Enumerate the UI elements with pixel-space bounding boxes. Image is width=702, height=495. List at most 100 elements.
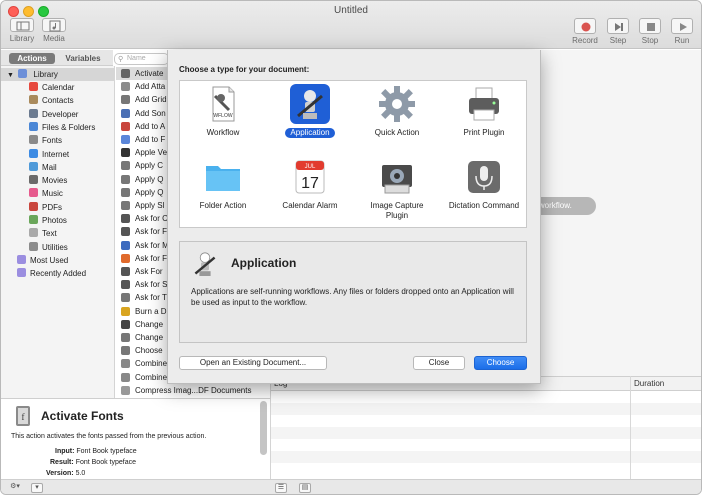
type-dictation-command[interactable]: Dictation Command	[441, 157, 527, 211]
type-dictation-command-label: Dictation Command	[448, 201, 520, 210]
log-column-duration[interactable]: Duration	[634, 379, 664, 388]
calendar-icon: JUL 17	[290, 157, 330, 197]
info-title: Application	[231, 256, 297, 270]
type-info-box: Application Applications are self-runnin…	[179, 241, 527, 343]
type-quick-action[interactable]: Quick Action	[354, 84, 440, 138]
action-icon	[121, 319, 130, 329]
sidebar-item-contacts[interactable]: Contacts	[29, 94, 74, 107]
folder-icon	[203, 157, 243, 197]
sidebar-item-utilities[interactable]: Utilities	[29, 241, 68, 254]
type-image-capture-plugin[interactable]: Image Capture Plugin	[354, 157, 440, 221]
action-description: f Activate Fonts This action activates t…	[1, 398, 271, 479]
step-button[interactable]: Step	[603, 18, 633, 45]
sidebar-item-photos[interactable]: Photos	[29, 214, 67, 227]
stop-button[interactable]: Stop	[635, 18, 665, 45]
sidebar-item-most-used[interactable]: Most Used	[17, 254, 68, 267]
sidebar-item-movies[interactable]: Movies	[29, 174, 67, 187]
media-icon	[42, 18, 66, 32]
type-folder-action[interactable]: Folder Action	[180, 157, 266, 211]
sidebar-item-files-folders[interactable]: Files & Folders	[29, 121, 95, 134]
action-icon	[121, 240, 130, 250]
tab-actions[interactable]: Actions	[9, 53, 55, 64]
bottom-bar: ⚙▾ ▾ ☰ ▤	[1, 479, 701, 494]
workflow-document-icon: WFLOW	[203, 84, 243, 124]
media-button[interactable]: Media	[39, 18, 69, 43]
svg-text:JUL: JUL	[305, 164, 316, 170]
action-icon	[121, 201, 130, 210]
type-print-plugin-label: Print Plugin	[463, 128, 505, 137]
sidebar-item-music[interactable]: Music	[29, 187, 63, 200]
disclosure-triangle-icon[interactable]: ▼	[7, 72, 14, 79]
sidebar-item-text[interactable]: Text	[29, 227, 57, 240]
svg-text:f: f	[22, 412, 25, 422]
action-icon	[121, 135, 130, 144]
action-icon	[121, 82, 130, 92]
run-button[interactable]: Run	[667, 18, 697, 45]
type-application[interactable]: Application	[267, 84, 353, 138]
description-scrollbar[interactable]	[260, 401, 267, 455]
stop-icon	[639, 18, 661, 34]
choose-button[interactable]: Choose	[474, 356, 527, 370]
utilities-icon	[29, 241, 38, 251]
library-button[interactable]: Library	[7, 18, 37, 43]
sidebar-item-calendar[interactable]: Calendar	[29, 81, 74, 94]
flow-view-button[interactable]: ▤	[299, 483, 311, 493]
type-print-plugin[interactable]: Print Plugin	[441, 84, 527, 138]
action-icon	[121, 385, 130, 395]
printer-icon	[464, 84, 504, 124]
mail-icon	[29, 161, 38, 171]
info-text: Applications are self-running workflows.…	[191, 287, 514, 307]
photos-icon	[29, 215, 38, 224]
action-icon	[121, 346, 130, 356]
pdfs-icon	[29, 201, 38, 211]
sidebar-item-developer[interactable]: Developer	[29, 108, 78, 121]
log-column-divider	[630, 376, 631, 479]
list-view-button[interactable]: ☰	[275, 483, 287, 493]
show-description-button[interactable]: ▾	[31, 483, 43, 493]
files-folders-icon	[29, 121, 38, 131]
description-toggle-icon: ▾	[35, 484, 39, 491]
action-icon	[121, 69, 130, 78]
svg-text:17: 17	[301, 175, 319, 192]
svg-text:WFLOW: WFLOW	[213, 113, 232, 119]
title-bar: Untitled Library Media Record Step Stop …	[1, 1, 701, 49]
tab-variables[interactable]: Variables	[59, 53, 107, 64]
calendar-icon	[29, 82, 38, 91]
movies-icon	[29, 175, 38, 185]
action-icon	[121, 108, 130, 118]
action-icon	[121, 161, 130, 171]
library-tabs: Actions Variables	[1, 50, 113, 66]
search-input[interactable]: ⚲ Name	[114, 53, 169, 65]
action-icon	[121, 227, 130, 237]
sheet-heading: Choose a type for your document:	[179, 65, 310, 74]
music-icon	[29, 188, 38, 198]
document-type-sheet: Choose a type for your document: WFLOW W…	[167, 50, 541, 384]
run-icon	[671, 18, 693, 34]
open-existing-document-button[interactable]: Open an Existing Document...	[179, 356, 327, 370]
record-button[interactable]: Record	[570, 18, 600, 45]
action-icon	[121, 174, 130, 184]
sidebar-item-internet[interactable]: Internet	[29, 148, 69, 161]
gear-menu-button[interactable]: ⚙▾	[7, 483, 23, 493]
type-calendar-alarm[interactable]: JUL 17 Calendar Alarm	[267, 157, 353, 211]
sidebar-item-recently-added[interactable]: Recently Added	[17, 267, 86, 280]
description-result: Result: Font Book typeface	[50, 459, 137, 466]
action-icon	[121, 121, 130, 131]
smart-folder-icon	[17, 268, 26, 277]
log-row	[271, 403, 701, 415]
gear-icon: ⚙▾	[10, 483, 20, 490]
magnifier-icon: ⚲	[118, 56, 124, 63]
sidebar-item-library[interactable]: ▼ Library	[1, 68, 115, 81]
gear-icon	[377, 84, 417, 124]
close-button[interactable]: Close	[413, 356, 465, 370]
flow-view-icon: ▤	[301, 484, 309, 491]
description-text: This action activates the fonts passed f…	[11, 433, 207, 440]
text-icon	[29, 228, 38, 238]
sidebar-item-pdfs[interactable]: PDFs	[29, 201, 62, 214]
type-workflow[interactable]: WFLOW Workflow	[180, 84, 266, 138]
application-robot-icon	[194, 252, 216, 276]
sidebar-item-mail[interactable]: Mail	[29, 161, 57, 174]
action-list-item[interactable]: Compress Imag...DF Documents	[116, 384, 270, 397]
type-workflow-label: Workflow	[206, 128, 240, 137]
sidebar-item-fonts[interactable]: Fonts	[29, 134, 62, 147]
